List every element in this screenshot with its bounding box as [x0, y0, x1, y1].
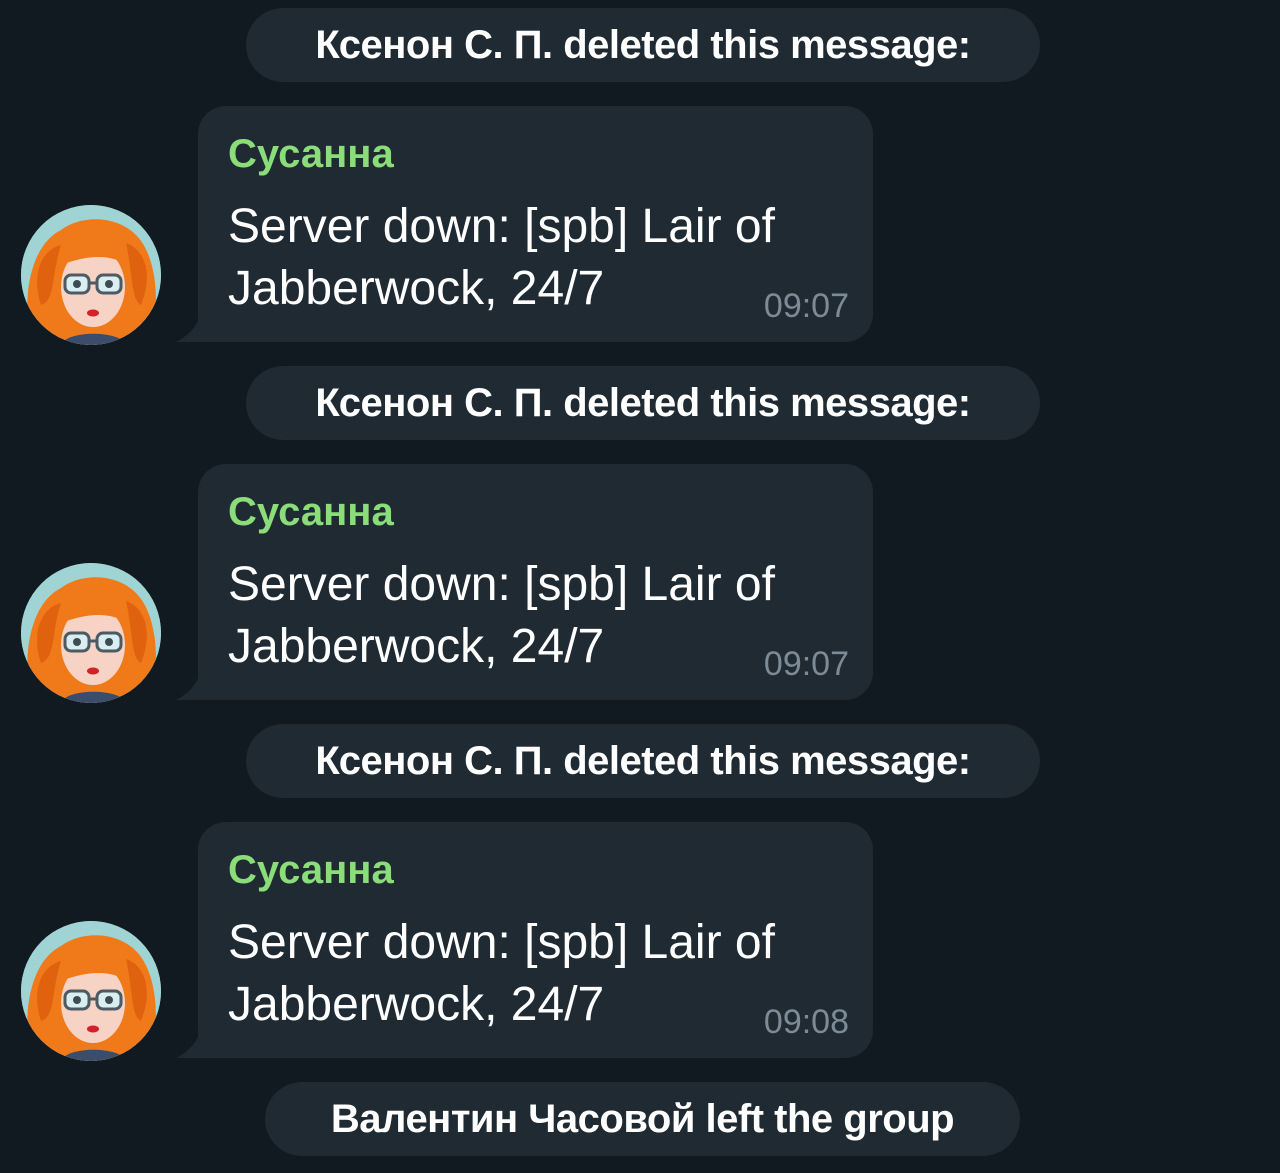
- message-timestamp: 09:08: [763, 1003, 849, 1041]
- service-message-deleted: Ксенон С. П. deleted this message:: [246, 724, 1040, 798]
- message-bubble[interactable]: Сусанна Server down: [spb] Lair of Jabbe…: [176, 464, 873, 700]
- message-text: Server down: [spb] Lair of Jabberwock, 2…: [228, 200, 775, 315]
- sender-name[interactable]: Сусанна: [228, 490, 394, 535]
- sender-name[interactable]: Сусанна: [228, 132, 394, 177]
- service-message-deleted: Ксенон С. П. deleted this message:: [246, 8, 1040, 82]
- message-text: Server down: [spb] Lair of Jabberwock, 2…: [228, 916, 775, 1031]
- message-timestamp: 09:07: [763, 645, 849, 683]
- bubble-tail: [176, 1030, 200, 1058]
- woman-redhead-glasses-avatar-icon: [21, 921, 161, 1061]
- service-message-deleted: Ксенон С. П. deleted this message:: [246, 366, 1040, 440]
- sender-name[interactable]: Сусанна: [228, 848, 394, 893]
- avatar[interactable]: [21, 921, 161, 1061]
- woman-redhead-glasses-avatar-icon: [21, 563, 161, 703]
- bubble-tail: [176, 314, 200, 342]
- message-text: Server down: [spb] Lair of Jabberwock, 2…: [228, 558, 775, 673]
- message-timestamp: 09:07: [763, 287, 849, 325]
- message-bubble[interactable]: Сусанна Server down: [spb] Lair of Jabbe…: [176, 822, 873, 1058]
- avatar[interactable]: [21, 563, 161, 703]
- avatar[interactable]: [21, 205, 161, 345]
- bubble-tail: [176, 672, 200, 700]
- service-message-left-group: Валентин Часовой left the group: [265, 1082, 1020, 1156]
- message-bubble[interactable]: Сусанна Server down: [spb] Lair of Jabbe…: [176, 106, 873, 342]
- chat-history[interactable]: Ксенон С. П. deleted this message: Сусан…: [0, 0, 1280, 1173]
- woman-redhead-glasses-avatar-icon: [21, 205, 161, 345]
